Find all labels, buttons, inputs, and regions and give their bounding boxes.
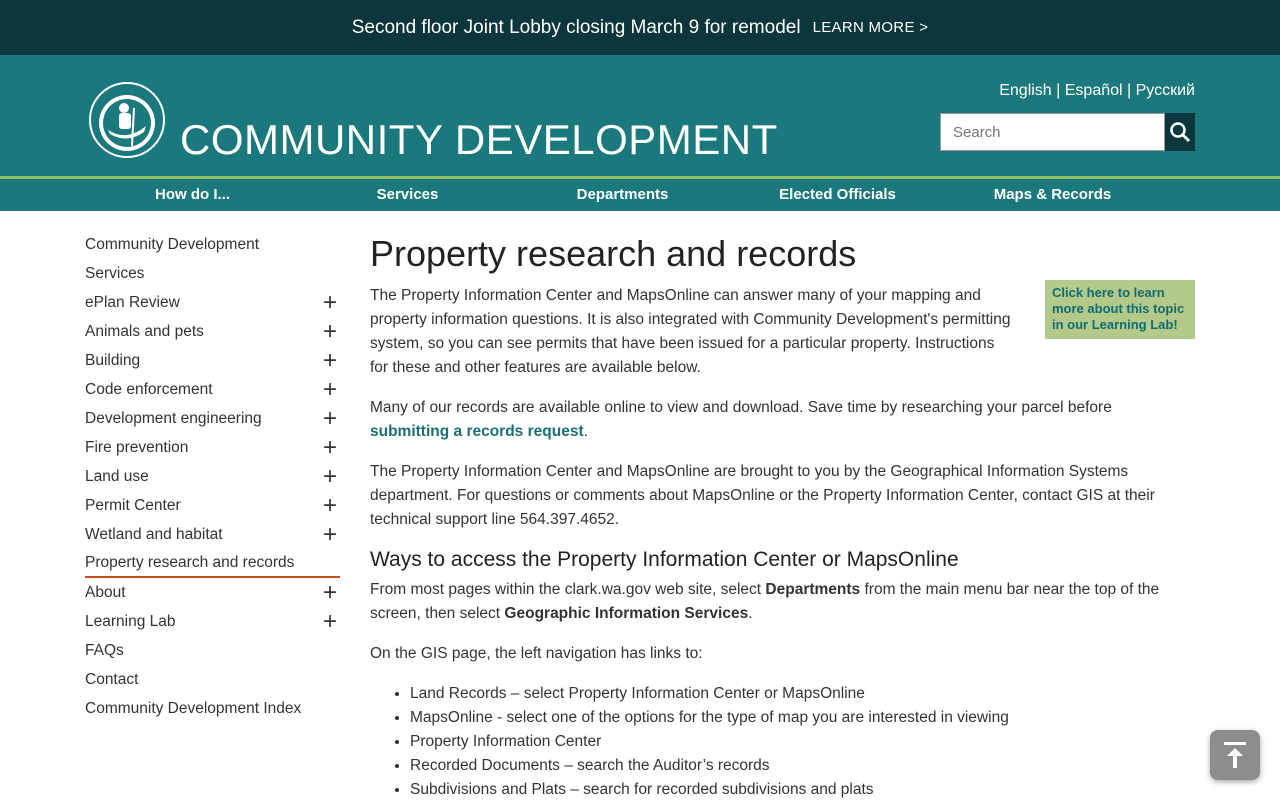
list-item: Recorded Documents – search the Auditor’… [410,754,1195,778]
sidebar-item[interactable]: About + [85,578,340,607]
sidebar-item-label: Fire prevention [85,438,189,456]
records-request-link[interactable]: submitting a records request [370,423,584,440]
records-text-end: . [583,423,588,440]
sidebar-item[interactable]: Development engineering + [85,404,340,433]
sidebar-item[interactable]: Property research and records [85,549,340,578]
sidebar-item-label: Code enforcement [85,380,213,398]
expand-plus-icon[interactable]: + [320,463,340,491]
main-content: Property research and records Click here… [370,232,1195,802]
sidebar-item-label: Wetland and habitat [85,525,223,543]
expand-plus-icon[interactable]: + [320,579,340,607]
sidebar-item[interactable]: ePlan Review + [85,288,340,317]
expand-plus-icon[interactable]: + [320,376,340,404]
search-button[interactable] [1165,113,1195,151]
sidebar-item[interactable]: Fire prevention + [85,433,340,462]
sidebar-item-label: About [85,583,126,601]
sidebar-item-label: Building [85,351,141,369]
section-heading: Ways to access the Property Information … [370,548,959,571]
sidebar-item-label: Community Development Index [85,699,302,717]
expand-plus-icon[interactable]: + [320,434,340,462]
sidebar-item[interactable]: Contact [85,665,340,694]
sidebar-item-label: Animals and pets [85,322,204,340]
sidebar-item[interactable]: Permit Center + [85,491,340,520]
sidebar-item[interactable]: Wetland and habitat + [85,520,340,549]
sidebar-item[interactable]: FAQs [85,636,340,665]
sidebar-item-label: Contact [85,670,139,688]
gis-page-paragraph: On the GIS page, the left navigation has… [370,645,703,662]
sidebar-item-label: Land use [85,467,149,485]
nav-how-do-i[interactable]: How do I... [85,179,300,211]
lang-english[interactable]: English [999,82,1051,99]
lang-russian[interactable]: Русский [1136,82,1195,99]
sidebar-item[interactable]: Animals and pets + [85,317,340,346]
nav-departments[interactable]: Departments [515,179,730,211]
list-item: MapsOnline - select one of the options f… [410,706,1195,730]
t: From most pages within the clark.wa.gov … [370,581,766,598]
sidebar-item-label: Community Development [85,235,260,253]
expand-plus-icon[interactable]: + [320,318,340,346]
sidebar-nav: Community Development Services ePlan Revie… [85,230,340,723]
lang-espanol[interactable]: Español [1065,82,1123,99]
sidebar-item[interactable]: Services [85,259,340,288]
site-title[interactable]: COMMUNITY DEVELOPMENT [180,115,778,165]
expand-plus-icon[interactable]: + [320,347,340,375]
back-to-top-button[interactable] [1210,730,1260,780]
sidebar-item-label: Services [85,264,145,282]
sidebar-item[interactable]: Community Development [85,230,340,259]
sidebar-item[interactable]: Community Development Index [85,694,340,723]
gis-bold: Geographic Information Services [504,605,749,622]
records-text: Many of our records are available online… [370,399,1112,416]
departments-bold: Departments [765,581,861,598]
sidebar-item-label: Permit Center [85,496,181,514]
alert-banner: Second floor Joint Lobby closing March 9… [0,0,1280,55]
nav-maps-records[interactable]: Maps & Records [945,179,1160,211]
expand-plus-icon[interactable]: + [320,492,340,520]
expand-plus-icon[interactable]: + [320,521,340,549]
site-header: COMMUNITY DEVELOPMENT English | Español … [0,55,1280,179]
expand-plus-icon[interactable]: + [320,608,340,636]
list-item: Land Records – select Property Informati… [410,682,1195,706]
expand-plus-icon[interactable]: + [320,405,340,433]
records-paragraph: Many of our records are available online… [370,396,1195,444]
search-box [940,113,1195,151]
nav-elected-officials[interactable]: Elected Officials [730,179,945,211]
learning-lab-button[interactable]: Click here to learn more about this topi… [1045,280,1195,339]
language-selector: English | Español | Русский [999,82,1195,99]
sidebar-item-label: ePlan Review [85,293,180,311]
sidebar-item[interactable]: Building + [85,346,340,375]
sidebar-item-label: Learning Lab [85,612,176,630]
sidebar-item-label: FAQs [85,641,124,659]
page-title: Property research and records [370,233,857,274]
clark-county-logo[interactable] [84,80,170,160]
expand-plus-icon[interactable]: + [320,289,340,317]
alert-message: Second floor Joint Lobby closing March 9… [351,16,801,38]
main-nav: How do I... Services Departments Elected… [0,179,1280,211]
list-item: Property Information Center [410,730,1195,754]
sidebar-item[interactable]: Land use + [85,462,340,491]
gis-paragraph: The Property Information Center and Maps… [370,463,1155,528]
search-input[interactable] [940,113,1165,151]
sidebar-item-label: Development engineering [85,409,262,427]
sidebar-item-label: Property research and records [85,553,295,571]
list-item: Subdivisions and Plats – search for reco… [410,778,1195,802]
nav-services[interactable]: Services [300,179,515,211]
sidebar-item[interactable]: Learning Lab + [85,607,340,636]
sidebar-item[interactable]: Code enforcement + [85,375,340,404]
gis-links-list: Land Records – select Property Informati… [370,682,1195,802]
search-icon [1170,122,1191,143]
learn-more-link[interactable]: LEARN MORE > [813,19,929,36]
arrow-up-to-top-icon [1224,742,1246,768]
access-paragraph: From most pages within the clark.wa.gov … [370,578,1195,626]
t: . [748,605,753,622]
